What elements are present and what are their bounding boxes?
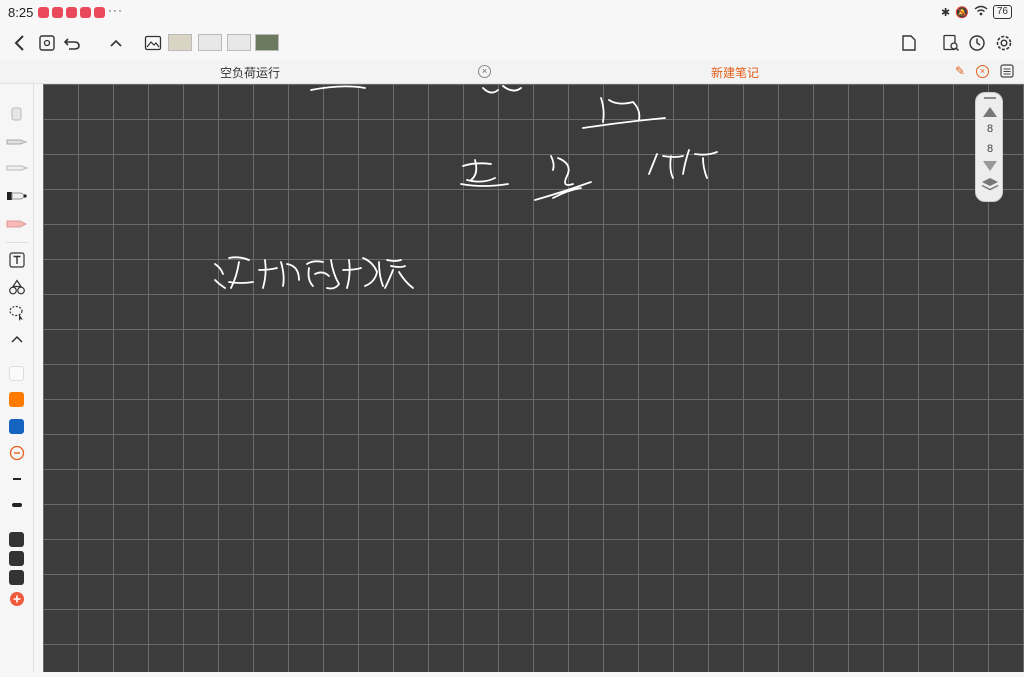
notification-icon [52,7,63,18]
shapes-icon [9,279,25,295]
gear-icon [996,35,1012,51]
plus-circle-icon [10,592,24,606]
shape-tool[interactable] [6,277,28,297]
page-current: 8 [986,123,994,135]
page-icon [902,35,916,51]
search-document-button[interactable] [938,30,964,56]
new-page-button[interactable] [896,30,922,56]
chevron-up-icon [110,39,122,47]
fountain-pen-tool[interactable] [6,132,28,152]
text-tool[interactable] [6,250,28,270]
battery-indicator: 76 [992,5,1012,19]
tab-label: 空负荷运行 [219,65,280,80]
notification-icon [38,7,49,18]
highlighter-tool[interactable] [6,214,28,234]
divider [6,242,28,243]
status-right: ✱ 🔕 76 [941,5,1012,19]
color-swatch-orange[interactable] [9,392,24,407]
panel-handle [984,97,996,99]
page-up-button[interactable] [982,105,998,123]
stroke-thin-icon [13,478,21,480]
pen-icon [6,139,28,145]
triangle-down-icon [983,161,997,171]
status-time: 8:25 [8,5,34,20]
clock-icon [969,35,985,51]
close-tab-icon[interactable]: × [976,65,989,78]
eraser-tool[interactable] [6,104,28,124]
handwriting-layer [214,85,718,290]
chevron-up-icon [11,335,23,343]
tool-sidebar [0,84,34,672]
page-thumbnail[interactable] [168,34,192,51]
wifi-icon [974,5,988,19]
notification-icon [94,7,105,18]
eraser-icon [11,107,22,121]
page-thumbnail[interactable] [227,34,251,51]
back-button[interactable] [7,30,33,56]
undo-icon [63,38,80,50]
add-color-button[interactable] [6,589,28,609]
settings-button[interactable] [991,30,1017,56]
undo-button[interactable] [59,30,85,56]
page-navigator: 8 8 [975,92,1003,202]
page-total: 8 [986,143,994,155]
minus-circle-icon [9,445,25,461]
top-toolbar [0,26,1024,60]
page-down-button[interactable] [982,159,998,177]
page-thumbnail[interactable] [255,34,279,51]
notification-icon [80,7,91,18]
text-box-icon [9,252,25,268]
preset-swatch[interactable] [9,570,24,585]
layers-icon [981,178,999,191]
collapse-tools-button[interactable] [6,329,28,349]
marker-tool[interactable] [6,186,28,206]
close-tab-icon[interactable]: × [478,65,491,78]
read-mode-button[interactable] [34,30,60,56]
search-document-icon [943,34,959,51]
lasso-tool[interactable] [6,303,28,323]
chevron-left-icon [14,35,24,51]
tab-new-note[interactable]: 新建笔记 [500,60,970,84]
page-thumbnail[interactable] [198,34,222,51]
image-icon [144,35,162,51]
stroke-width-thin[interactable] [6,469,28,489]
stroke-medium-icon [12,503,22,507]
tab-empty-load[interactable]: 空负荷运行 [0,60,500,84]
preset-swatch[interactable] [9,551,24,566]
bluetooth-icon: ✱ [940,6,951,19]
notification-icon [66,7,77,18]
triangle-up-icon [983,107,997,117]
edit-title-icon[interactable]: ✎ [955,64,965,78]
history-button[interactable] [964,30,990,56]
note-canvas[interactable] [43,84,1024,672]
mute-icon: 🔕 [955,6,969,19]
stroke-width-medium[interactable] [6,495,28,515]
marker-icon [7,192,27,200]
eye-document-icon [39,35,55,51]
tab-list-icon[interactable] [1000,64,1014,83]
preset-swatch[interactable] [9,532,24,547]
remove-color-button[interactable] [6,443,28,463]
status-bar: 8:25 ··· ✱ 🔕 76 [0,0,1024,26]
insert-image-button[interactable] [140,30,166,56]
pencil-tool[interactable] [6,158,28,178]
color-swatch-white[interactable] [9,366,24,381]
status-more: ··· [108,3,123,17]
layers-button[interactable] [981,177,999,198]
pencil-icon [6,165,28,171]
color-swatch-blue[interactable] [9,419,24,434]
collapse-button[interactable] [103,30,129,56]
highlighter-icon [6,220,28,228]
lasso-icon [9,305,23,321]
tab-label: 新建笔记 [710,65,759,80]
tab-bar: 空负荷运行 × 新建笔记 ✎ × [0,60,1024,84]
